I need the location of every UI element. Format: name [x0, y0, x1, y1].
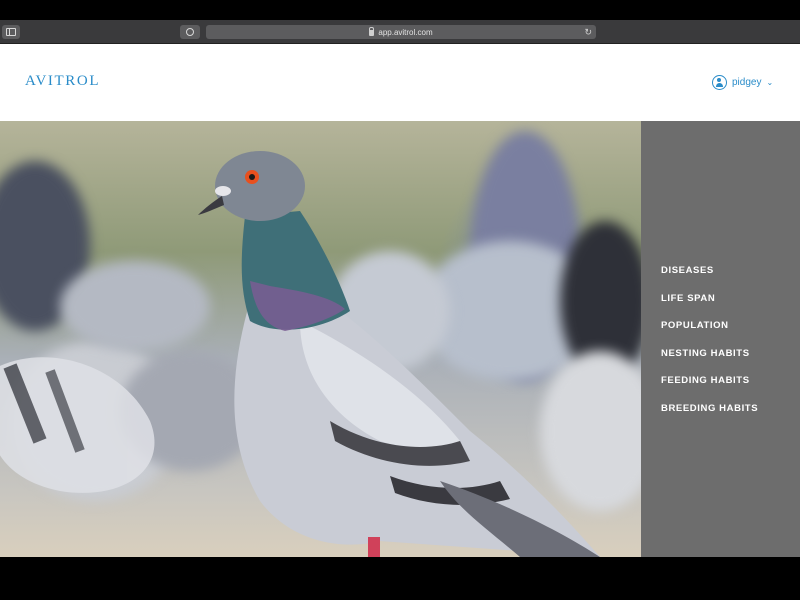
- nav-item-breeding-habits[interactable]: BREEDING HABITS: [661, 402, 758, 430]
- nav-item-life-span[interactable]: LIFE SPAN: [661, 292, 758, 320]
- hero-image: [0, 121, 641, 557]
- url-text: app.avitrol.com: [378, 27, 433, 37]
- foreground-bird-left: [0, 357, 155, 493]
- nav-item-population[interactable]: POPULATION: [661, 319, 758, 347]
- browser-toolbar: app.avitrol.com ↻: [0, 20, 800, 44]
- section-nav: DISEASES LIFE SPAN POPULATION NESTING HA…: [641, 121, 800, 557]
- user-circle-icon: [712, 74, 727, 90]
- pigeon-illustration: [0, 151, 600, 557]
- nav-item-diseases[interactable]: DISEASES: [661, 264, 758, 292]
- main-pigeon: [198, 151, 600, 557]
- screen: app.avitrol.com ↻ AVITROL pidgey ⌄ DISEA…: [0, 0, 800, 600]
- nav-list: DISEASES LIFE SPAN POPULATION NESTING HA…: [661, 264, 758, 429]
- nav-item-nesting-habits[interactable]: NESTING HABITS: [661, 347, 758, 375]
- site-header: AVITROL pidgey ⌄: [0, 44, 800, 121]
- sidebar-toggle-button[interactable]: [2, 25, 20, 39]
- screen-bezel: [0, 557, 800, 600]
- lock-icon: [369, 27, 375, 36]
- address-bar[interactable]: app.avitrol.com ↻: [206, 25, 596, 39]
- privacy-report-button[interactable]: [180, 25, 200, 39]
- nav-item-feeding-habits[interactable]: FEEDING HABITS: [661, 374, 758, 402]
- sidebar-icon: [6, 28, 16, 36]
- user-name: pidgey: [732, 76, 762, 88]
- site-logo[interactable]: AVITROL: [25, 73, 100, 90]
- privacy-icon: [186, 28, 194, 36]
- reload-button[interactable]: ↻: [584, 25, 592, 39]
- chevron-down-icon: ⌄: [766, 77, 774, 87]
- user-menu-button[interactable]: pidgey ⌄: [712, 74, 773, 90]
